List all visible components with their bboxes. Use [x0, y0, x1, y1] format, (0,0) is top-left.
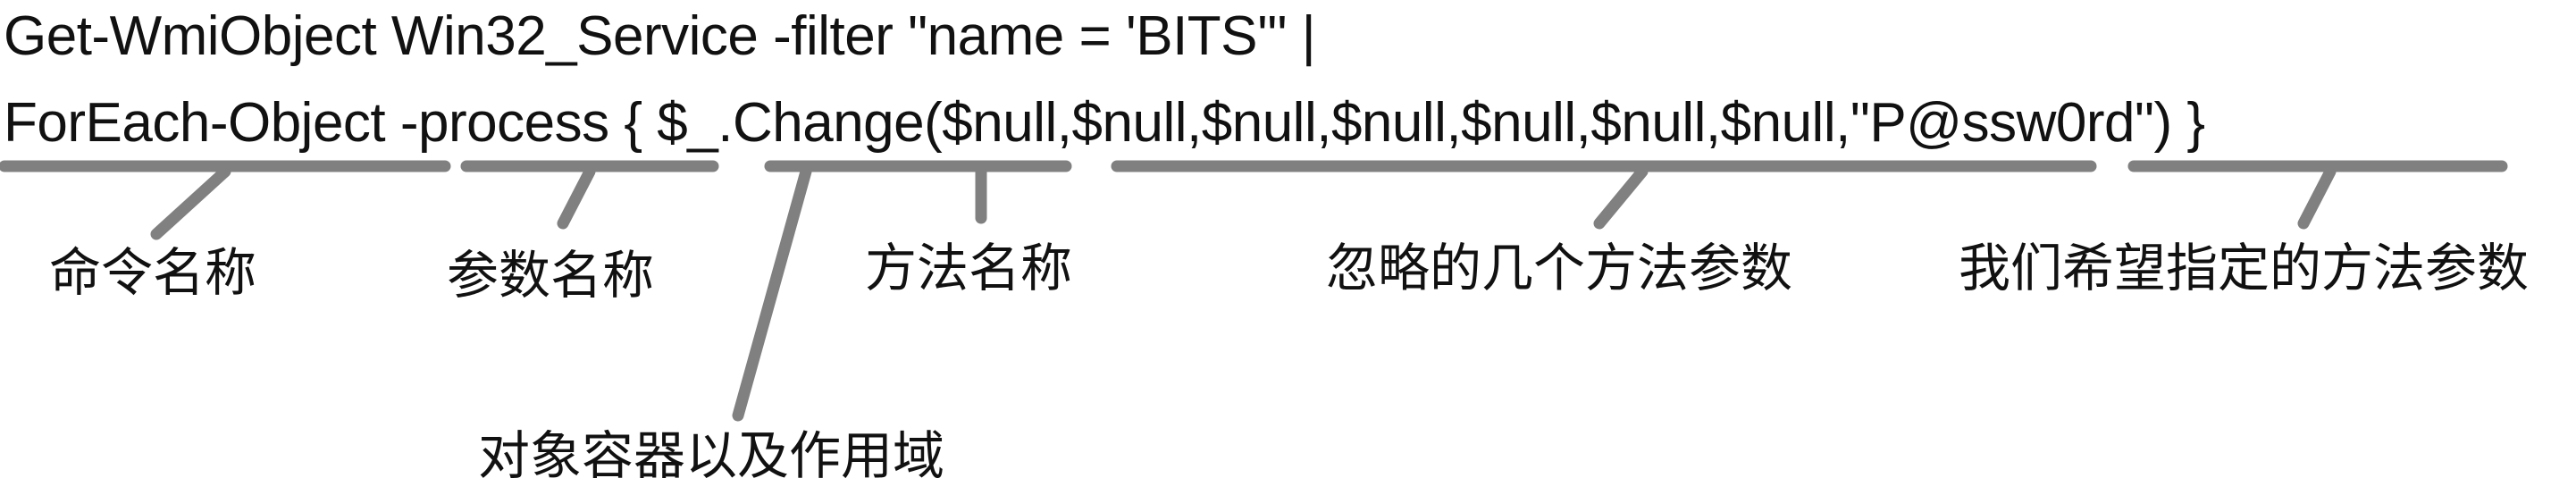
leader-desired-param: [2297, 165, 2337, 230]
label-command-name: 命令名称: [49, 244, 257, 302]
label-desired-method-param: 我们希望指定的方法参数: [1959, 239, 2530, 298]
label-object-container-scope: 对象容器以及作用域: [478, 427, 945, 485]
label-method-name: 方法名称: [865, 239, 1073, 298]
code-annotation-diagram: Get-WmiObject Win32_Service -filter "nam…: [0, 0, 2576, 495]
code-line-1: Get-WmiObject Win32_Service -filter "nam…: [4, 5, 1316, 67]
leader-ignored-params: [1593, 165, 1649, 230]
label-ignored-method-params: 忽略的几个方法参数: [1326, 239, 1793, 298]
leader-command-name: [150, 165, 231, 240]
leader-parameter-name: [557, 165, 596, 230]
label-parameter-name: 参数名称: [447, 247, 655, 305]
leader-object-container: [732, 165, 812, 422]
code-line-2: ForEach-Object -process { $_.Change($nul…: [4, 92, 2205, 154]
